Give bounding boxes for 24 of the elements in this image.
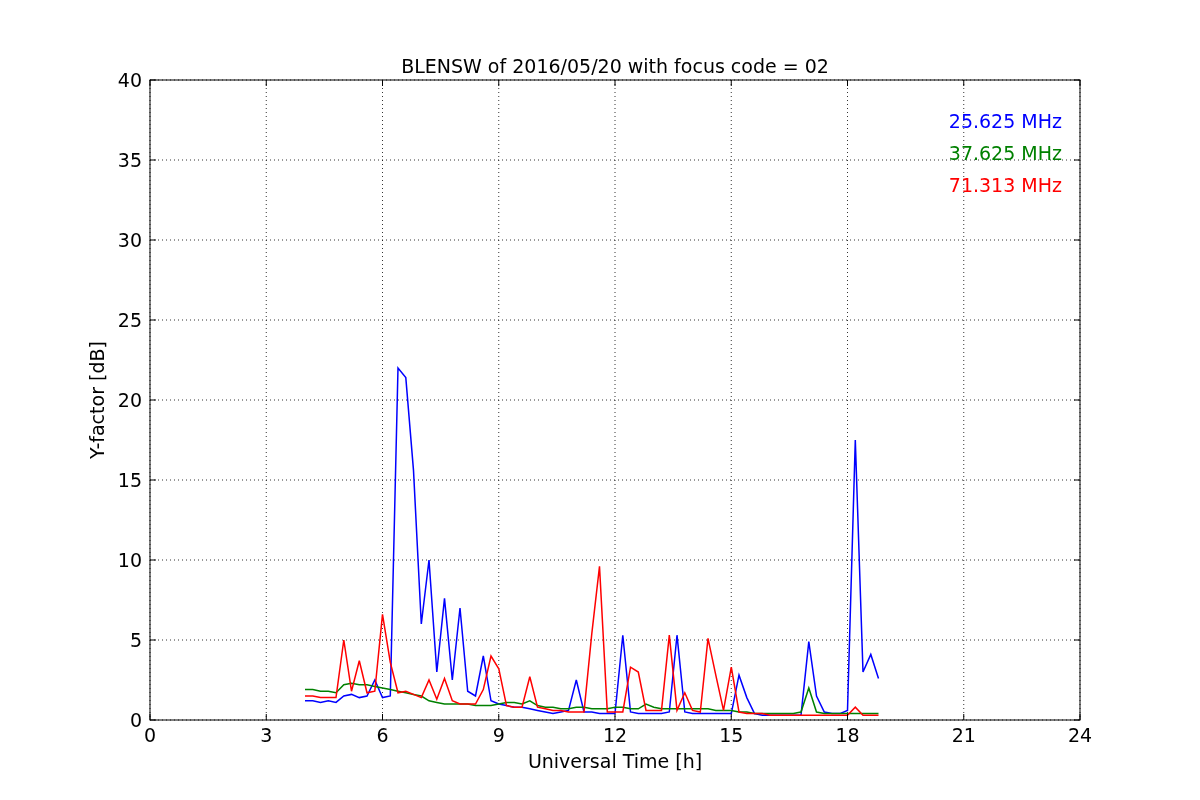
x-tick-label: 12	[602, 724, 628, 746]
y-tick-label: 30	[117, 229, 142, 251]
y-tick-label: 5	[129, 629, 142, 651]
x-tick-label: 9	[492, 724, 505, 746]
y-tick-label: 0	[129, 709, 142, 731]
legend-label: 25.625 MHz	[948, 110, 1062, 132]
x-tick-label: 24	[1067, 724, 1093, 746]
y-tick-label: 25	[117, 309, 142, 331]
y-tick-label: 15	[117, 469, 142, 491]
x-tick-label: 3	[260, 724, 273, 746]
x-tick-label: 0	[143, 724, 157, 746]
y-tick-label: 40	[117, 69, 142, 91]
y-tick-label: 10	[117, 549, 142, 571]
x-tick-label: 15	[719, 724, 744, 746]
x-axis-label: Universal Time [h]	[527, 750, 703, 772]
y-axis-label: Y-factor [dB]	[86, 341, 108, 459]
legend-label: 71.313 MHz	[948, 174, 1062, 196]
x-tick-label: 21	[951, 724, 976, 746]
y-tick-label: 35	[117, 149, 142, 171]
x-tick-label: 6	[376, 724, 389, 746]
x-tick-label: 18	[835, 724, 860, 746]
chart-title: BLENSW of 2016/05/20 with focus code = 02	[401, 55, 829, 77]
y-tick-label: 20	[117, 389, 142, 411]
legend-label: 37.625 MHz	[948, 142, 1062, 164]
